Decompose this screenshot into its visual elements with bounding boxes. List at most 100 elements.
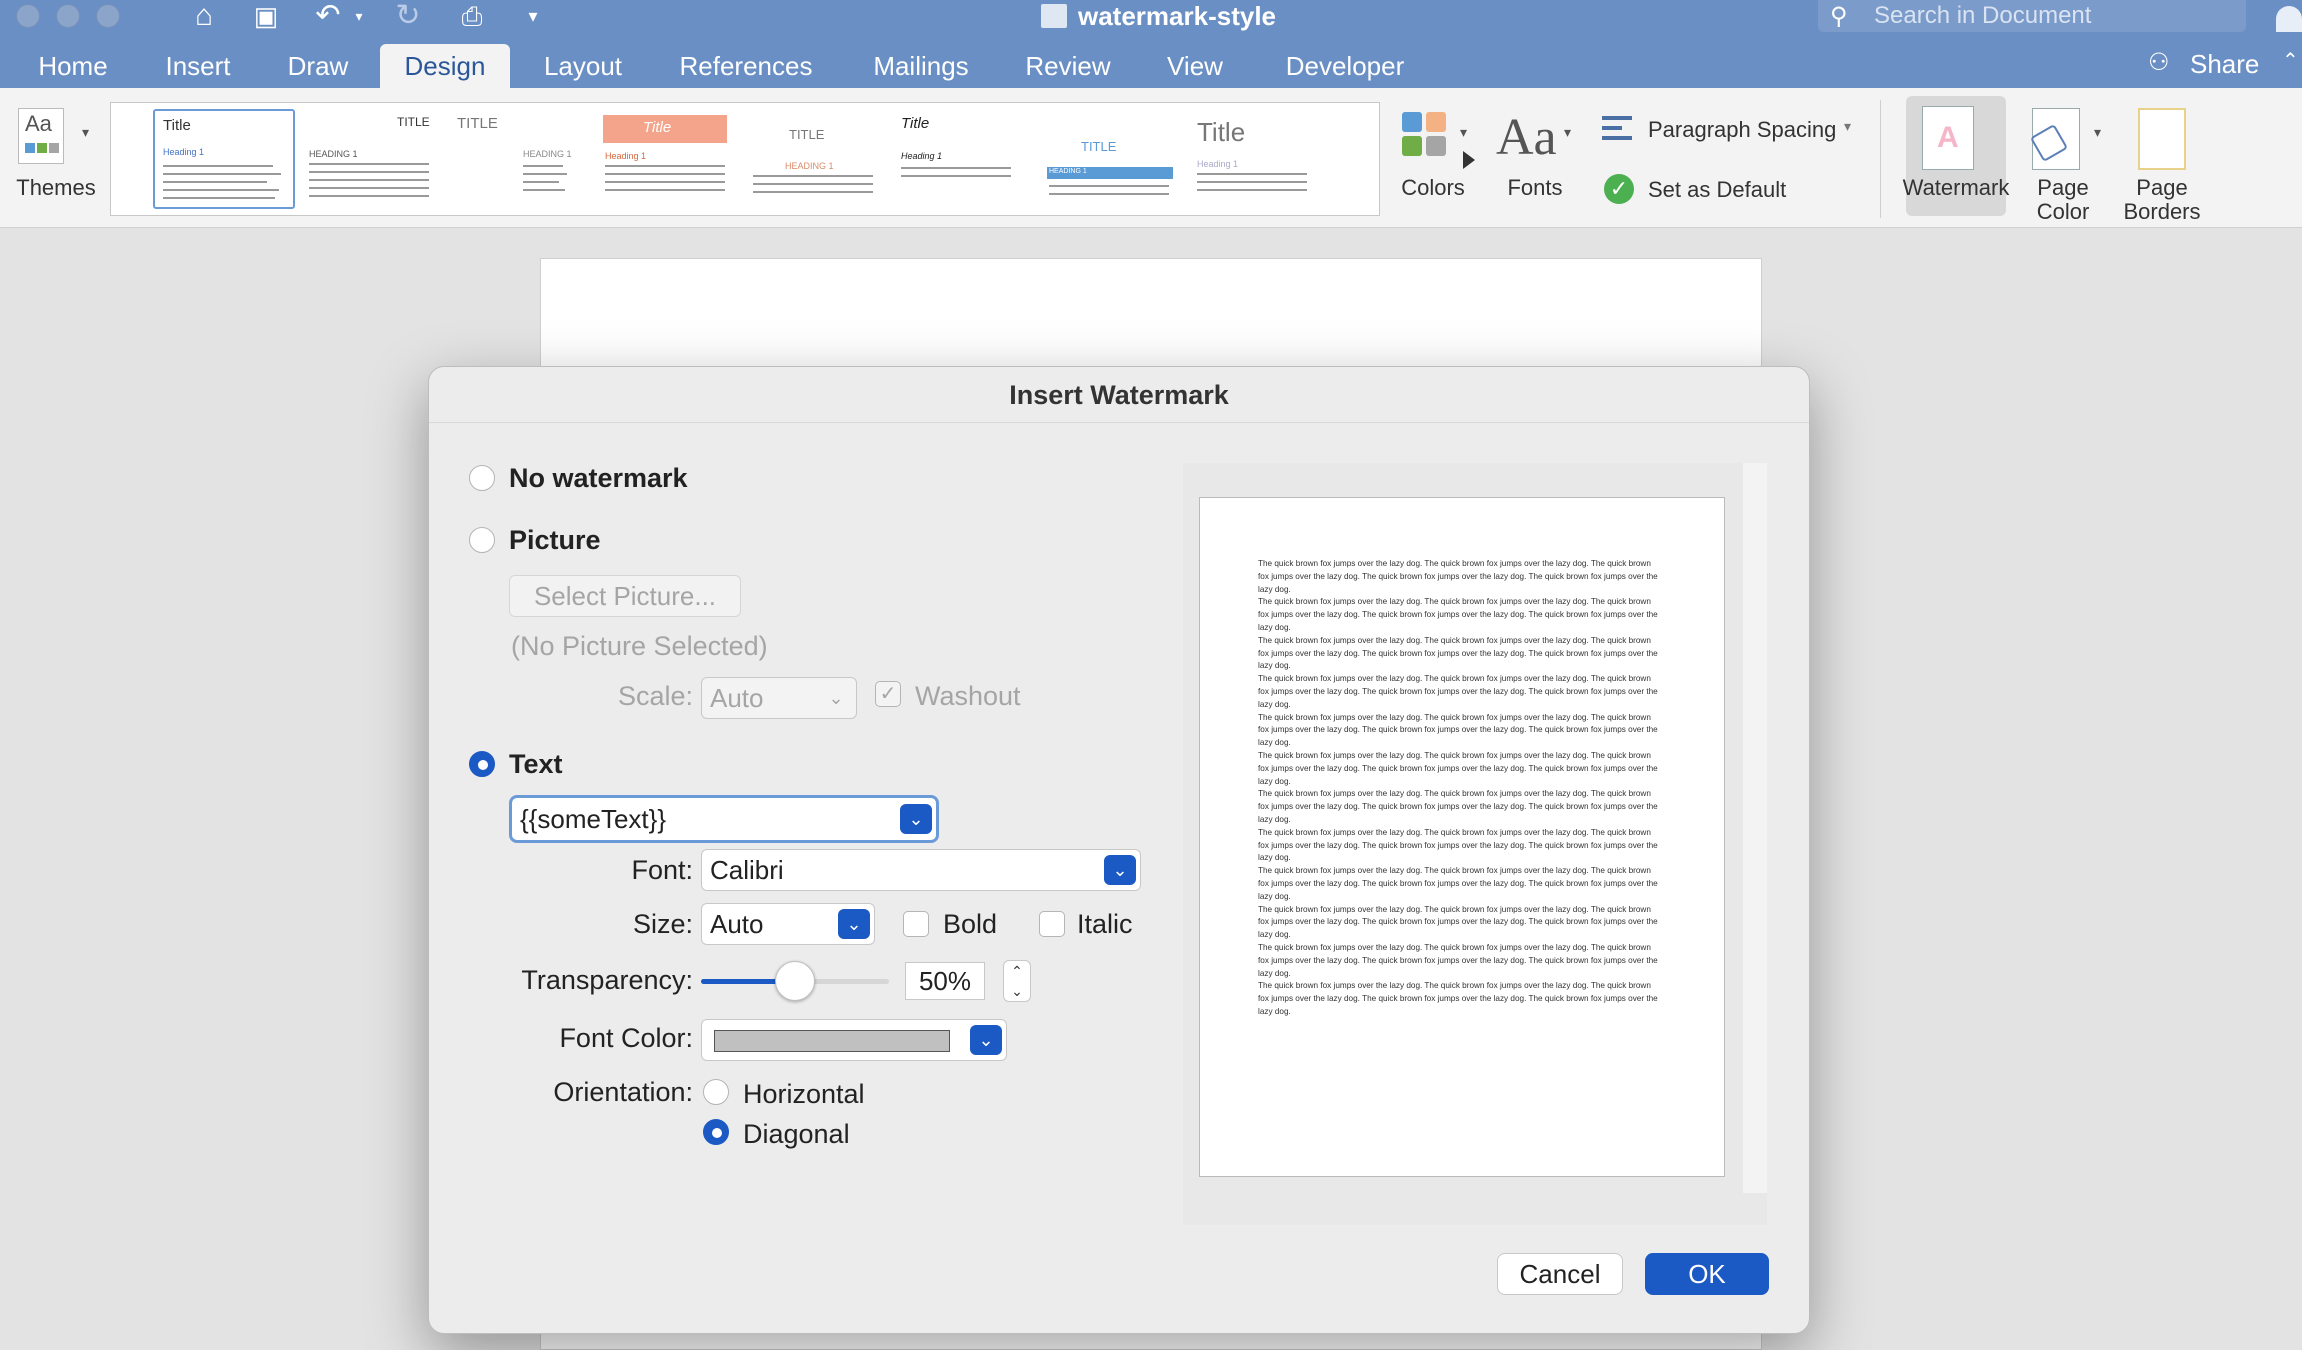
themes-icon[interactable]: Aa (18, 108, 64, 164)
washout-label: Washout (915, 681, 1021, 711)
title-bar: ⌂ ▣ ↶ ▾ ↻ ⎙ ▾ watermark-style ⚲ Search i… (0, 0, 2302, 34)
tab-design[interactable]: Design (380, 44, 510, 88)
transparency-slider-knob[interactable] (775, 961, 815, 1001)
transparency-stepper[interactable]: ⌃ ⌄ (1003, 960, 1031, 1002)
undo-dropdown-icon[interactable]: ▾ (350, 0, 368, 32)
home-icon[interactable]: ⌂ (184, 0, 224, 32)
font-select[interactable]: Calibri ⌄ (701, 849, 1141, 891)
tab-draw[interactable]: Draw (272, 44, 364, 88)
watermark-text-combobox[interactable]: {{someText}} ⌄ (509, 795, 939, 843)
fonts-icon[interactable]: Aa (1496, 108, 1557, 167)
italic-label[interactable]: Italic (1077, 909, 1133, 939)
style-set-item[interactable]: TITLE HEADING 1 (301, 109, 443, 209)
page-color-icon[interactable] (2029, 108, 2080, 170)
chevron-down-icon[interactable]: ⌄ (900, 804, 932, 834)
style-set-item[interactable]: TITLE HEADING 1 (1041, 109, 1183, 209)
paragraph-spacing-button[interactable]: Paragraph Spacing (1648, 118, 1836, 142)
chevron-down-icon[interactable]: ⌄ (1104, 855, 1136, 885)
font-color-picker[interactable]: ⌄ (701, 1019, 1007, 1061)
italic-checkbox[interactable] (1039, 911, 1065, 937)
ok-button[interactable]: OK (1645, 1253, 1769, 1295)
print-icon[interactable]: ⎙ (452, 0, 492, 32)
style-set-item[interactable]: Title Heading 1 (1189, 109, 1331, 209)
style-set-gallery: Title Heading 1 TITLE HEADING 1 TITLE HE… (110, 102, 1475, 216)
diagonal-label[interactable]: Diagonal (743, 1119, 850, 1149)
fonts-dropdown-icon[interactable]: ▾ (1564, 124, 1571, 141)
diagonal-radio[interactable] (703, 1119, 729, 1145)
picture-label[interactable]: Picture (509, 525, 601, 555)
no-watermark-label[interactable]: No watermark (509, 463, 688, 493)
search-in-document-field[interactable]: ⚲ Search in Document (1818, 0, 2246, 32)
style-set-item[interactable]: Title Heading 1 (893, 109, 1035, 209)
washout-checkbox: ✓ (875, 681, 901, 707)
zoom-window-button[interactable] (96, 4, 120, 28)
size-select[interactable]: Auto ⌄ (701, 903, 875, 945)
colors-dropdown-icon[interactable]: ▾ (1460, 124, 1467, 141)
search-icon: ⚲ (1830, 3, 1848, 30)
undo-icon[interactable]: ↶ (308, 0, 348, 32)
font-color-label: Font Color: (559, 1023, 693, 1053)
style-set-item[interactable]: Title Heading 1 (153, 109, 295, 209)
style-set-item[interactable]: TITLE HEADING 1 (745, 109, 887, 209)
horizontal-label[interactable]: Horizontal (743, 1079, 865, 1109)
style-set-item[interactable]: Title Heading 1 (597, 109, 739, 209)
page-color-dropdown-icon[interactable]: ▾ (2094, 124, 2101, 141)
horizontal-radio[interactable] (703, 1079, 729, 1105)
style-set-item[interactable]: TITLE HEADING 1 (449, 109, 591, 209)
bold-label[interactable]: Bold (943, 909, 997, 939)
watermark-label: Watermark (1902, 175, 2010, 200)
themes-dropdown-icon[interactable]: ▾ (82, 124, 89, 141)
insert-watermark-dialog: Insert Watermark No watermark Picture Se… (428, 366, 1810, 1334)
tab-home[interactable]: Home (20, 44, 126, 88)
tab-review[interactable]: Review (1014, 44, 1122, 88)
save-icon[interactable]: ▣ (248, 0, 284, 32)
tab-layout[interactable]: Layout (530, 44, 636, 88)
minimize-window-button[interactable] (56, 4, 80, 28)
preview-scrollbar[interactable] (1743, 463, 1767, 1193)
customize-toolbar-icon[interactable]: ▾ (520, 0, 546, 32)
colors-label: Colors (1401, 175, 1465, 200)
ribbon-divider (1880, 100, 1881, 218)
document-title: watermark-style (1078, 1, 1276, 31)
chevron-down-icon: ⌄ (828, 688, 844, 708)
tab-references[interactable]: References (664, 44, 828, 88)
text-radio[interactable] (469, 751, 495, 777)
tab-insert[interactable]: Insert (148, 44, 248, 88)
page-color-label: Page Color (2036, 175, 2090, 224)
no-picture-selected-text: (No Picture Selected) (511, 631, 768, 661)
gallery-scroll-arrow-icon[interactable] (1463, 151, 1475, 169)
tab-developer[interactable]: Developer (1270, 44, 1420, 88)
colors-icon[interactable] (1402, 112, 1448, 158)
tab-mailings[interactable]: Mailings (858, 44, 984, 88)
watermark-preview-page: The quick brown fox jumps over the lazy … (1199, 497, 1725, 1177)
bold-checkbox[interactable] (903, 911, 929, 937)
transparency-label: Transparency: (521, 965, 693, 995)
redo-icon: ↻ (395, 0, 421, 32)
cancel-button[interactable]: Cancel (1497, 1253, 1623, 1295)
font-label: Font: (631, 855, 693, 885)
font-color-swatch (714, 1030, 950, 1052)
themes-label: Themes (16, 175, 96, 200)
page-borders-icon[interactable] (2138, 108, 2186, 170)
preview-text: The quick brown fox jumps over the lazy … (1258, 559, 1658, 1016)
text-label[interactable]: Text (509, 749, 563, 779)
paragraph-spacing-dropdown-icon[interactable]: ▾ (1844, 118, 1851, 135)
close-window-button[interactable] (16, 4, 40, 28)
scale-label: Scale: (617, 681, 693, 711)
add-person-icon[interactable]: ⚇ (2148, 48, 2184, 78)
no-watermark-radio[interactable] (469, 465, 495, 491)
account-icon[interactable] (2276, 6, 2302, 32)
ribbon-tabs: Home Insert Draw Design Layout Reference… (0, 34, 2302, 88)
picture-radio[interactable] (469, 527, 495, 553)
chevron-down-icon[interactable]: ⌄ (970, 1025, 1002, 1055)
chevron-down-icon[interactable]: ⌄ (838, 909, 870, 939)
set-as-default-button[interactable]: Set as Default (1648, 178, 1786, 202)
watermark-text-input[interactable]: {{someText}} (520, 798, 666, 840)
collapse-ribbon-icon[interactable]: ⌃ (2282, 48, 2299, 73)
share-button[interactable]: Share (2190, 44, 2259, 84)
transparency-value-field[interactable]: 50% (905, 962, 985, 1000)
select-picture-button: Select Picture... (509, 575, 741, 617)
tab-view[interactable]: View (1150, 44, 1240, 88)
size-label: Size: (632, 909, 693, 939)
paragraph-spacing-icon[interactable] (1602, 114, 1638, 146)
